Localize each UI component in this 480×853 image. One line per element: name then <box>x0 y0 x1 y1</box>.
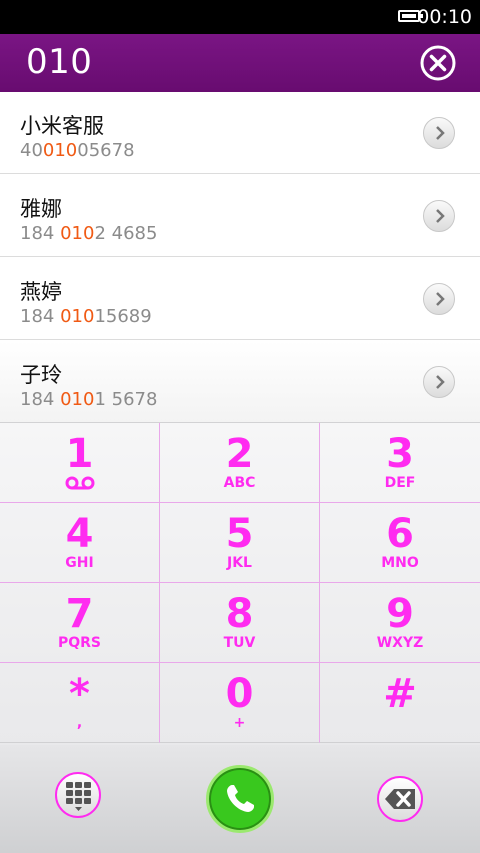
key-9[interactable]: 9 WXYZ <box>320 583 480 663</box>
status-time: 00:10 <box>417 6 472 28</box>
dialpad-icon <box>66 782 91 811</box>
contact-number: 184 01015689 <box>20 306 152 327</box>
contact-detail-button[interactable] <box>423 366 455 398</box>
number-match-highlight: 010 <box>60 389 95 410</box>
key-hash[interactable]: # <box>320 663 480 743</box>
key-letters: PQRS <box>57 635 102 651</box>
key-2[interactable]: 2 ABC <box>160 423 320 503</box>
contact-name: 雅娜 <box>20 197 62 221</box>
contact-detail-button[interactable] <box>423 283 455 315</box>
contact-number: 184 0102 4685 <box>20 223 158 244</box>
key-letters: MNO <box>381 555 419 571</box>
chevron-right-icon <box>436 209 445 223</box>
key-4[interactable]: 4 GHI <box>0 503 160 583</box>
key-digit: 8 <box>225 591 254 637</box>
key-letters: ABC <box>223 475 256 491</box>
voicemail-icon <box>65 476 95 490</box>
contact-row[interactable]: 燕婷 184 01015689 <box>0 258 480 340</box>
key-digit: 3 <box>386 431 414 477</box>
contact-results-list: 小米客服 4001005678 雅娜 184 0102 4685 燕婷 184 … <box>0 92 480 423</box>
key-digit: 0 <box>225 671 254 717</box>
contact-name: 小米客服 <box>20 114 104 138</box>
key-letters: , <box>76 715 83 731</box>
number-match-highlight: 010 <box>42 140 78 161</box>
call-button[interactable] <box>206 765 274 833</box>
key-digit: 7 <box>65 591 94 637</box>
key-digit: 9 <box>386 591 414 637</box>
chevron-right-icon <box>436 292 445 306</box>
key-letters: WXYZ <box>376 635 424 651</box>
key-star[interactable]: * , <box>0 663 160 743</box>
key-letters: JKL <box>227 555 252 571</box>
key-digit: * <box>69 671 90 717</box>
key-letters: DEF <box>384 475 416 491</box>
clear-icon[interactable] <box>420 45 456 81</box>
contact-row[interactable]: 小米客服 4001005678 <box>0 92 480 174</box>
contact-detail-button[interactable] <box>423 117 455 149</box>
chevron-right-icon <box>436 126 445 140</box>
delete-button[interactable] <box>377 776 423 822</box>
key-digit: 4 <box>65 511 94 557</box>
key-8[interactable]: 8 TUV <box>160 583 320 663</box>
chevron-right-icon <box>436 375 445 389</box>
key-7[interactable]: 7 PQRS <box>0 583 160 663</box>
key-digit: # <box>383 671 417 717</box>
key-1[interactable]: 1 <box>0 423 160 503</box>
contact-name: 燕婷 <box>20 280 62 304</box>
contact-number: 184 0101 5678 <box>20 389 158 410</box>
contact-name: 子玲 <box>20 363 62 387</box>
contact-row[interactable]: 子玲 184 0101 5678 <box>0 341 480 423</box>
key-digit: 2 <box>225 431 254 477</box>
bottom-action-bar <box>0 745 480 853</box>
contact-number: 4001005678 <box>20 140 135 161</box>
phone-icon <box>227 785 254 812</box>
key-5[interactable]: 5 JKL <box>160 503 320 583</box>
dial-header: 010 <box>0 34 480 92</box>
key-letters: + <box>233 715 246 731</box>
key-letters: GHI <box>65 555 94 571</box>
key-3[interactable]: 3 DEF <box>320 423 480 503</box>
status-bar: 00:10 <box>0 0 480 34</box>
key-6[interactable]: 6 MNO <box>320 503 480 583</box>
contact-row[interactable]: 雅娜 184 0102 4685 <box>0 175 480 257</box>
dialed-number: 010 <box>26 42 93 82</box>
number-match-highlight: 010 <box>60 306 95 327</box>
key-0[interactable]: 0 + <box>160 663 320 743</box>
number-match-highlight: 010 <box>60 223 95 244</box>
key-digit: 1 <box>65 431 94 477</box>
dialpad-toggle-button[interactable] <box>55 772 101 818</box>
dial-keypad: 1 2 ABC 3 DEF 4 GHI 5 JKL 6 MNO 7 PQRS 8… <box>0 422 480 745</box>
key-letters: TUV <box>223 635 256 651</box>
key-digit: 6 <box>386 511 414 557</box>
contact-detail-button[interactable] <box>423 200 455 232</box>
backspace-icon <box>385 789 415 809</box>
key-digit: 5 <box>225 511 254 557</box>
